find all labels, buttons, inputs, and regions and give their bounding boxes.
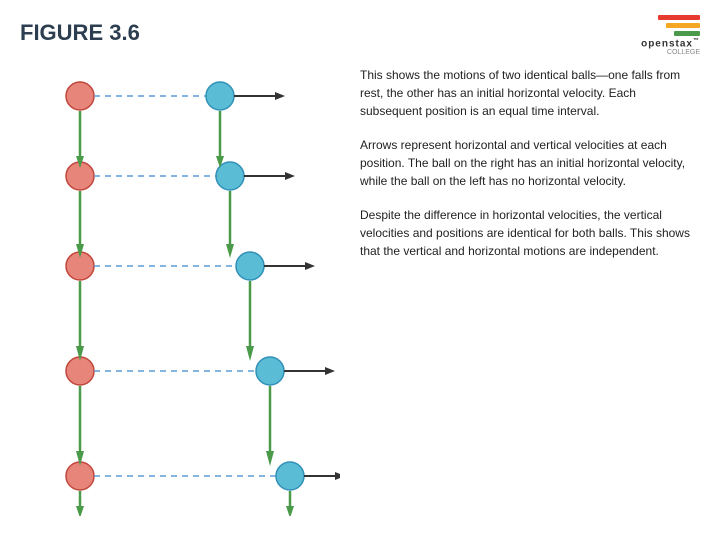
ball-left-1 — [66, 82, 94, 110]
logo-bar-1 — [658, 15, 700, 20]
content-area: This shows the motions of two identical … — [20, 56, 700, 516]
figure-title: FIGURE 3.6 — [20, 20, 700, 46]
ball-right-1 — [206, 82, 234, 110]
logo-name: openstax™ — [641, 38, 700, 49]
v-arrowhead-right-5 — [286, 506, 294, 516]
logo-bar-3 — [674, 31, 700, 36]
ball-right-5 — [276, 462, 304, 490]
v-arrowhead-right-3 — [246, 346, 254, 361]
h-arrowhead-1 — [275, 92, 285, 100]
logo-sub: COLLEGE — [667, 49, 700, 56]
h-arrowhead-3 — [305, 262, 315, 270]
page: FIGURE 3.6 openstax™ COLLEGE — [0, 0, 720, 540]
ball-right-3 — [236, 252, 264, 280]
diagram-svg — [20, 56, 340, 516]
logo: openstax™ COLLEGE — [641, 15, 700, 56]
h-arrowhead-4 — [325, 367, 335, 375]
ball-left-4 — [66, 357, 94, 385]
description-1: This shows the motions of two identical … — [360, 66, 700, 120]
diagram — [20, 56, 340, 516]
ball-left-5 — [66, 462, 94, 490]
logo-bars — [658, 15, 700, 36]
description-2: Arrows represent horizontal and vertical… — [360, 136, 700, 190]
h-arrowhead-5 — [335, 472, 340, 480]
v-arrowhead-left-5 — [76, 506, 84, 516]
logo-bar-2 — [666, 23, 700, 28]
h-arrowhead-2 — [285, 172, 295, 180]
ball-right-4 — [256, 357, 284, 385]
description-3: Despite the difference in horizontal vel… — [360, 206, 700, 260]
v-arrowhead-right-2 — [226, 244, 234, 258]
v-arrowhead-right-4 — [266, 451, 274, 466]
text-panel: This shows the motions of two identical … — [340, 56, 700, 516]
